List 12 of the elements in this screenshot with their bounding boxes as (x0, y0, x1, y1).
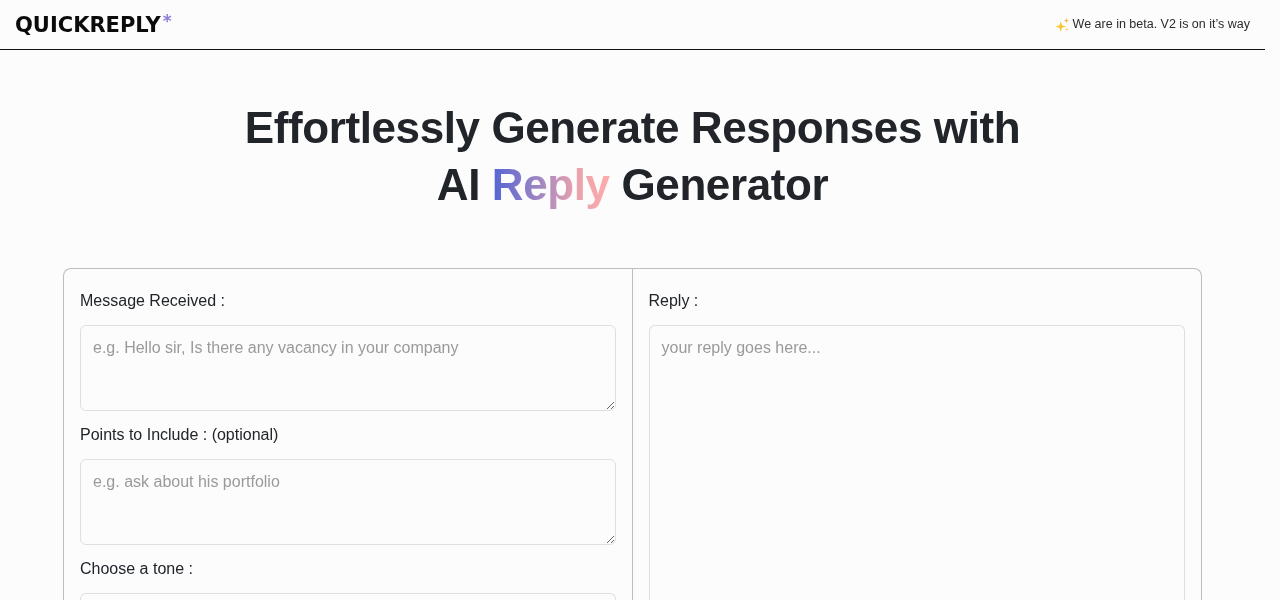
reply-output-field[interactable]: your reply goes here... (648, 325, 1185, 600)
text-area-field[interactable]: e.g. ask about his portfolio (80, 459, 616, 545)
field-label: Points to Include : (optional) (80, 425, 279, 445)
sparkle-icon (1054, 17, 1069, 32)
field-label: Choose a tone : (80, 559, 193, 579)
text-area-field[interactable]: e.g. Hello sir, Is there any vacancy in your company (80, 325, 616, 411)
page-headline: Effortlessly Generate Responses with AI Reply Generator (243, 102, 1022, 211)
tone-select[interactable] (80, 593, 616, 600)
logo-text[interactable]: QUICKREPLY$^{*}$ (15, 13, 172, 36)
reply-label: Reply : (648, 291, 699, 311)
beta-notice-text: We are in beta. V2 is on it’s way (1072, 16, 1250, 34)
field-label: Message Received : (80, 291, 225, 311)
